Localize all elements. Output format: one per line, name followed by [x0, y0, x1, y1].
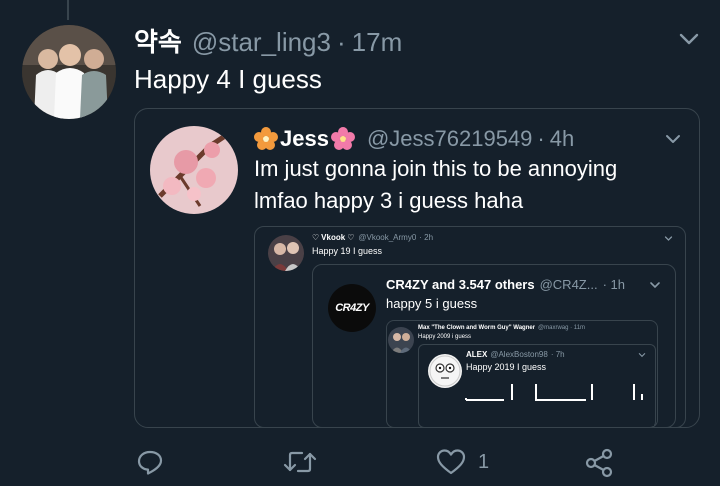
timestamp[interactable]: 4h	[550, 126, 574, 152]
separator: ·	[537, 126, 545, 151]
flower-icon	[330, 127, 355, 150]
chevron-down-icon[interactable]	[664, 130, 682, 148]
chevron-down-icon[interactable]	[664, 234, 673, 243]
separator: ·	[336, 27, 346, 57]
thread-line-top	[67, 0, 69, 20]
quote-text-line-1: Im just gonna join this to be annoying	[254, 156, 618, 181]
avatar-photo	[22, 25, 116, 119]
heart-glyph: ♡	[312, 233, 320, 242]
heart-glyph: ♡	[347, 233, 355, 242]
quote-avatar-cr4zy[interactable]: CR4ZY	[328, 284, 376, 332]
quote-avatar-alex[interactable]	[428, 354, 462, 388]
quote-header-max: Max "The Clown and Worm Guy" Wagner @max…	[418, 325, 585, 331]
reply-icon[interactable]	[136, 448, 164, 476]
handle[interactable]: @AlexBoston98	[490, 350, 548, 359]
like-button[interactable]: 1	[436, 448, 489, 476]
line-drawing-image	[464, 378, 654, 426]
avatar[interactable]	[22, 25, 116, 119]
main-tweet-header: 약속 @star_ling3 · 17m	[134, 22, 402, 59]
handle[interactable]: @Vkook_Army0	[358, 233, 416, 242]
timestamp[interactable]: · 7h	[551, 350, 565, 359]
quote-avatar-jess[interactable]	[150, 126, 238, 214]
timestamp[interactable]: · 1h	[603, 277, 625, 292]
quote-text-line-2: lmfao happy 3 i guess haha	[254, 188, 524, 213]
avatar-photo	[150, 126, 238, 214]
heart-icon	[436, 449, 466, 475]
chevron-down-icon[interactable]	[678, 28, 700, 50]
display-name[interactable]: CR4ZY and 3.547 others	[386, 277, 535, 292]
flower-icon	[254, 127, 278, 150]
tweet-text: Happy 4 I guess	[134, 64, 322, 94]
handle[interactable]: @Jess76219549	[367, 126, 532, 152]
quote-text: happy 5 i guess	[386, 296, 478, 311]
quote-avatar-vkook[interactable]	[268, 235, 304, 271]
share-icon[interactable]	[584, 448, 614, 478]
handle[interactable]: @CR4Z...	[540, 277, 598, 292]
timestamp[interactable]: · 2h	[419, 233, 433, 242]
quote-text: Happy 19 I guess	[312, 246, 383, 256]
chevron-down-icon[interactable]	[649, 279, 661, 291]
retweet-icon[interactable]	[282, 448, 318, 476]
avatar-face	[429, 355, 461, 387]
quote-avatar-max[interactable]	[388, 327, 414, 353]
avatar-photo	[268, 235, 304, 271]
display-name[interactable]: ALEX	[466, 350, 487, 359]
quote-header-alex: ALEX @AlexBoston98 · 7h	[466, 350, 565, 359]
timestamp[interactable]: 17m	[352, 27, 403, 58]
quote-text: Happy 2019 I guess	[466, 362, 547, 372]
display-name[interactable]: Vkook	[321, 233, 345, 242]
quote-text: Happy 2009 i guess	[418, 334, 472, 340]
display-name[interactable]: 약속	[134, 22, 182, 59]
quote-header-jess: Jess @Jess76219549 · 4h	[254, 126, 574, 152]
handle[interactable]: @star_ling3	[192, 27, 331, 58]
avatar-logo-text: CR4ZY	[335, 302, 369, 314]
quote-header-vkook: ♡ Vkook ♡ @Vkook_Army0 · 2h	[312, 233, 433, 242]
like-count: 1	[478, 450, 490, 473]
avatar-photo	[388, 327, 414, 353]
chevron-down-icon[interactable]	[638, 351, 646, 359]
quote-header-cr4zy: CR4ZY and 3.547 others @CR4Z... · 1h	[386, 277, 625, 292]
display-name[interactable]: Jess	[280, 126, 329, 152]
display-name[interactable]: Max "The Clown and Worm Guy" Wagner	[418, 325, 535, 331]
handle[interactable]: @maxrwag · 11m	[538, 325, 585, 331]
